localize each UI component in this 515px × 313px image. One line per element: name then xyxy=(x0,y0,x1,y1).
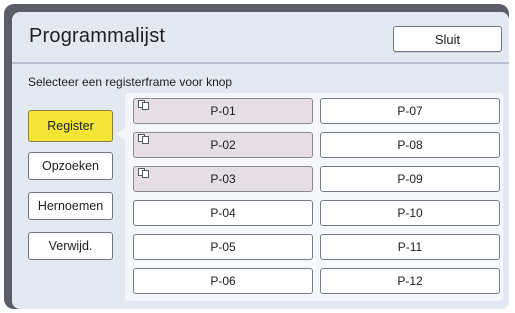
program-slot-p12[interactable]: P-12 xyxy=(320,268,500,294)
program-slot-p06[interactable]: P-06 xyxy=(133,268,313,294)
close-button[interactable]: Sluit xyxy=(393,26,502,52)
program-slot-p07[interactable]: P-07 xyxy=(320,98,500,124)
slot-label: P-05 xyxy=(210,240,236,254)
program-slot-p02[interactable]: P-02 xyxy=(133,132,313,158)
page-title: Programmalijst xyxy=(29,25,166,47)
slot-label: P-03 xyxy=(210,172,236,186)
program-copy-icon xyxy=(138,100,149,110)
title-bar: Programmalijst Sluit xyxy=(12,12,509,64)
program-slot-p10[interactable]: P-10 xyxy=(320,200,500,226)
slot-label: P-02 xyxy=(210,138,236,152)
search-button[interactable]: Opzoeken xyxy=(28,152,113,180)
program-slot-p03[interactable]: P-03 xyxy=(133,166,313,192)
program-slot-p05[interactable]: P-05 xyxy=(133,234,313,260)
program-copy-icon xyxy=(138,168,149,178)
slot-label: P-04 xyxy=(210,206,236,220)
slot-label: P-07 xyxy=(397,104,423,118)
register-button[interactable]: Register xyxy=(28,110,113,142)
program-slot-p08[interactable]: P-08 xyxy=(320,132,500,158)
slot-label: P-09 xyxy=(397,172,423,186)
slot-label: P-06 xyxy=(210,274,236,288)
program-slot-p04[interactable]: P-04 xyxy=(133,200,313,226)
delete-button[interactable]: Verwijd. xyxy=(28,232,113,260)
rename-button[interactable]: Hernoemen xyxy=(28,192,113,220)
slot-label: P-11 xyxy=(397,240,423,254)
program-slot-p11[interactable]: P-11 xyxy=(320,234,500,260)
slot-label: P-08 xyxy=(397,138,423,152)
slot-label: P-10 xyxy=(397,206,423,220)
slot-label: P-01 xyxy=(210,104,236,118)
program-slot-p01[interactable]: P-01 xyxy=(133,98,313,124)
slot-label: P-12 xyxy=(397,274,423,288)
instruction-text: Selecteer een registerframe voor knop xyxy=(28,75,233,89)
selection-pointer xyxy=(116,128,125,140)
program-list-panel: Programmalijst Sluit Selecteer een regis… xyxy=(12,12,509,309)
program-slot-grid: P-01 P-02 P-03 P-04 P-05 P-06 P-07 P-08 … xyxy=(125,93,503,301)
program-slot-p09[interactable]: P-09 xyxy=(320,166,500,192)
program-copy-icon xyxy=(138,134,149,144)
device-frame: Programmalijst Sluit Selecteer een regis… xyxy=(4,4,509,309)
